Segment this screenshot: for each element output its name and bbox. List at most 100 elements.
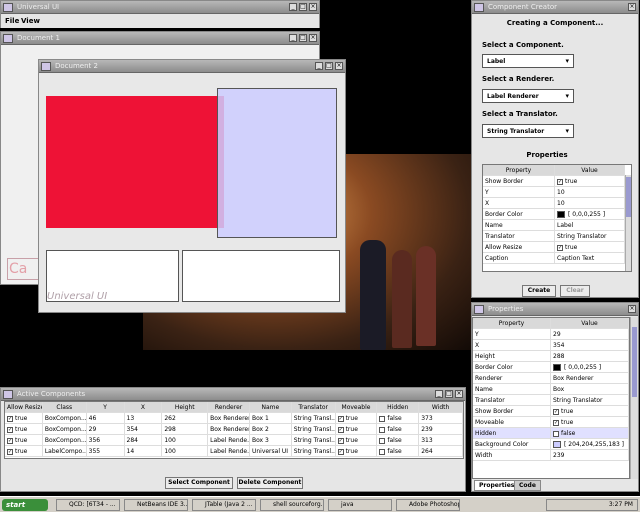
property-value[interactable]: 10	[555, 198, 625, 208]
table-cell[interactable]: 354	[125, 424, 163, 434]
property-value[interactable]: Label	[555, 220, 625, 230]
component-select[interactable]: Label ▾	[482, 54, 574, 68]
close-icon[interactable]: ×	[309, 3, 317, 11]
table-cell[interactable]: BoxCompon...	[43, 424, 87, 434]
maximize-icon[interactable]: □	[445, 390, 453, 398]
taskbar-item[interactable]: shell sourceforg...	[260, 499, 324, 511]
table-cell[interactable]: Universal UI	[250, 446, 292, 456]
table-cell[interactable]: ✓ true	[336, 446, 378, 456]
minimize-icon[interactable]: _	[289, 34, 297, 42]
column-header[interactable]: Value	[551, 318, 629, 328]
taskbar-item[interactable]: java	[328, 499, 392, 511]
table-cell[interactable]: 284	[125, 435, 163, 445]
table-cell[interactable]: ✓ true	[5, 446, 43, 456]
table-row[interactable]: Hidden false	[473, 428, 629, 439]
table-cell[interactable]: false	[377, 446, 420, 456]
checkbox-icon[interactable]	[379, 437, 386, 444]
table-cell[interactable]: Box 3	[250, 435, 292, 445]
main-titlebar[interactable]: Universal UI _ □ ×	[1, 1, 319, 14]
checkbox-checked-icon[interactable]: ✓	[557, 178, 563, 185]
document1-titlebar[interactable]: Document 1 _ □ ×	[1, 32, 319, 45]
table-row[interactable]: ✓ true LabelCompo... 355 14 100 Label Rende...…	[5, 446, 463, 457]
property-value[interactable]: Caption Text	[555, 253, 625, 263]
checkbox-icon[interactable]	[379, 415, 386, 422]
column-header[interactable]: Moveable	[335, 402, 378, 412]
table-cell[interactable]: ✓ true	[5, 413, 43, 423]
checkbox-checked-icon[interactable]: ✓	[337, 448, 344, 455]
table-row[interactable]: Name Label	[483, 220, 631, 231]
table-row[interactable]: Border Color [ 0,0,0,255 ]	[473, 362, 629, 373]
color-swatch[interactable]	[557, 211, 565, 218]
close-icon[interactable]: ×	[309, 34, 317, 42]
table-cell[interactable]: ✓ true	[336, 435, 378, 445]
table-cell[interactable]: 100	[162, 435, 209, 445]
table-cell[interactable]: 264	[419, 446, 463, 456]
column-header[interactable]: Width	[419, 402, 463, 412]
select-component-button[interactable]: Select Component	[165, 477, 233, 489]
taskbar-item[interactable]: QCD: [6T34 - ...	[56, 499, 120, 511]
checkbox-checked-icon[interactable]: ✓	[553, 419, 559, 426]
table-cell[interactable]: Box 2	[250, 424, 292, 434]
property-value[interactable]: [ 204,204,255,183 ]	[551, 439, 629, 449]
table-row[interactable]: Y 10	[483, 187, 631, 198]
color-swatch[interactable]	[553, 364, 561, 371]
table-cell[interactable]: 373	[419, 413, 463, 423]
renderer-select[interactable]: Label Renderer ▾	[482, 89, 574, 103]
table-row[interactable]: Allow Resize ✓ true	[483, 242, 631, 253]
close-icon[interactable]: ×	[455, 390, 463, 398]
maximize-icon[interactable]: □	[325, 62, 333, 70]
scrollbar-thumb[interactable]	[632, 327, 637, 397]
column-header[interactable]: Class	[42, 402, 87, 412]
close-icon[interactable]: ×	[628, 305, 636, 313]
table-row[interactable]: Background Color [ 204,204,255,183 ]	[473, 439, 629, 450]
table-cell[interactable]: Box 1	[250, 413, 292, 423]
delete-component-button[interactable]: Delete Component	[237, 477, 303, 489]
minimize-icon[interactable]: _	[289, 3, 297, 11]
create-button[interactable]: Create	[522, 285, 556, 297]
taskbar-item[interactable]: JTable (Java 2 ...	[192, 499, 256, 511]
checkbox-checked-icon[interactable]: ✓	[7, 426, 13, 433]
properties-titlebar[interactable]: Properties ×	[472, 303, 638, 316]
box-4[interactable]	[182, 250, 340, 302]
table-cell[interactable]: Label Rende...	[208, 446, 250, 456]
table-cell[interactable]: 356	[87, 435, 125, 445]
scrollbar-thumb[interactable]	[626, 177, 631, 217]
table-cell[interactable]: 100	[162, 446, 209, 456]
table-cell[interactable]: ✓ true	[336, 424, 378, 434]
property-value[interactable]: [ 0,0,0,255 ]	[555, 209, 625, 219]
taskbar-item[interactable]: Adobe Photoshop	[396, 499, 460, 511]
properties-table[interactable]: Property Value Y 29 X 354 Height 288 Border Co…	[472, 317, 630, 479]
box-2-lavender[interactable]	[217, 88, 337, 238]
table-cell[interactable]: String Transl...	[292, 435, 336, 445]
active-components-titlebar[interactable]: Active Components _ □ ×	[1, 388, 465, 401]
column-header[interactable]: Hidden	[377, 402, 420, 412]
table-cell[interactable]: 14	[125, 446, 163, 456]
column-header[interactable]: Allow Resize	[5, 402, 43, 412]
property-value[interactable]: 10	[555, 187, 625, 197]
properties-scrollbar[interactable]	[630, 317, 638, 479]
column-header[interactable]: Property	[483, 165, 555, 175]
translator-select[interactable]: String Translator ▾	[482, 124, 574, 138]
table-row[interactable]: ✓ true BoxCompon... 29 354 298 Box Renderer Box…	[5, 424, 463, 435]
table-cell[interactable]: Label Rende...	[208, 435, 250, 445]
table-cell[interactable]: LabelCompo...	[43, 446, 87, 456]
document2-titlebar[interactable]: Document 2 _ □ ×	[39, 60, 345, 73]
table-row[interactable]: Translator String Translator	[473, 395, 629, 406]
column-header[interactable]: Height	[162, 402, 209, 412]
table-cell[interactable]: 355	[87, 446, 125, 456]
property-value[interactable]: ✓ true	[551, 406, 629, 416]
table-row[interactable]: Renderer Box Renderer	[473, 373, 629, 384]
column-header[interactable]: Value	[555, 165, 625, 175]
color-swatch[interactable]	[553, 441, 561, 448]
checkbox-checked-icon[interactable]: ✓	[7, 448, 13, 455]
maximize-icon[interactable]: □	[299, 3, 307, 11]
tab-properties[interactable]: Properties	[474, 480, 520, 491]
table-row[interactable]: Translator String Translator	[483, 231, 631, 242]
table-row[interactable]: Y 29	[473, 329, 629, 340]
table-cell[interactable]: Box Renderer	[208, 424, 250, 434]
checkbox-checked-icon[interactable]: ✓	[557, 244, 563, 251]
table-cell[interactable]: Box Renderer	[208, 413, 250, 423]
table-row[interactable]: Caption Caption Text	[483, 253, 631, 264]
checkbox-checked-icon[interactable]: ✓	[337, 415, 344, 422]
table-cell[interactable]: 29	[87, 424, 125, 434]
